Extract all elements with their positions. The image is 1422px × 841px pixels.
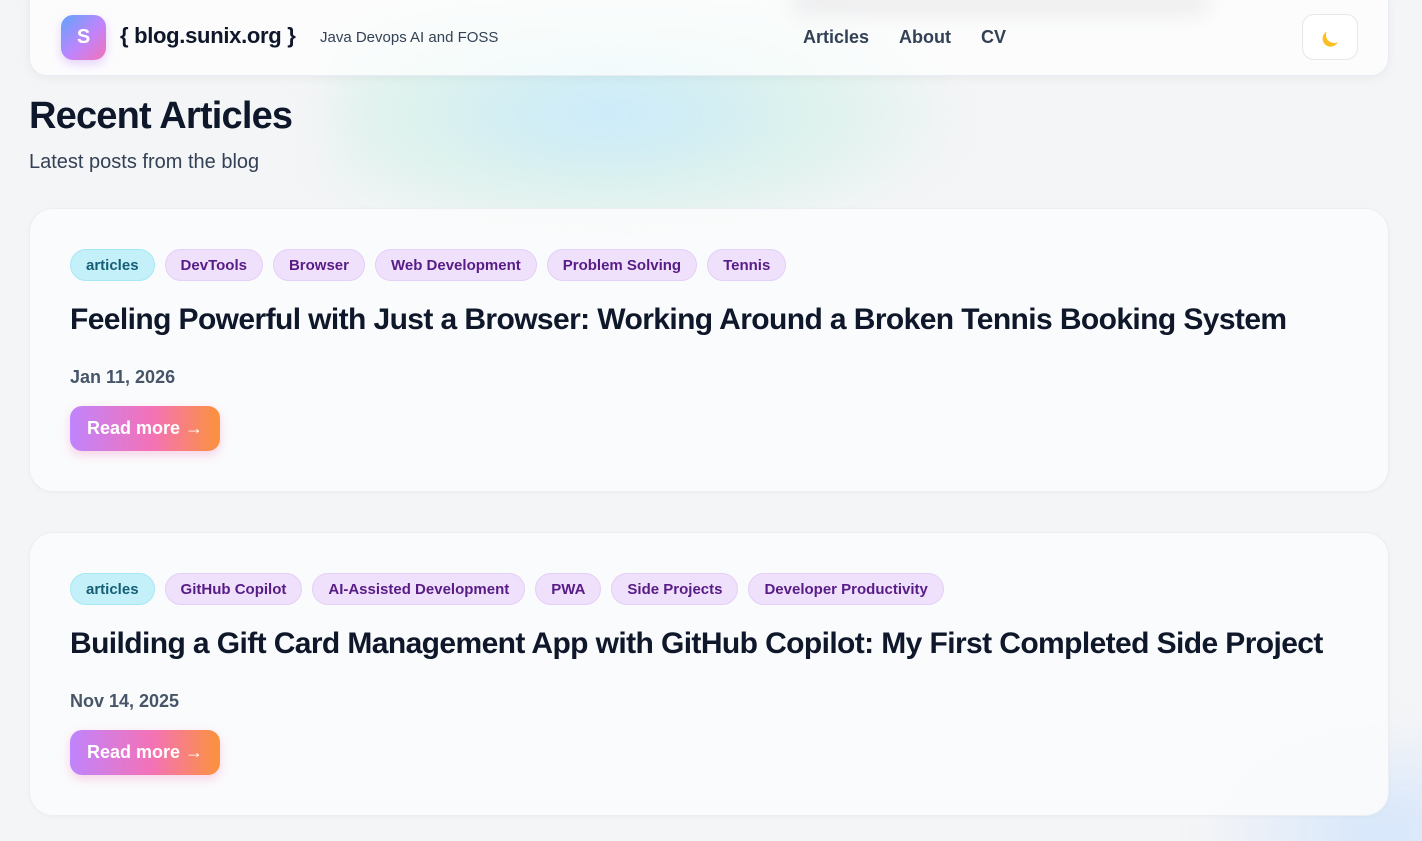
nav-link-articles[interactable]: Articles <box>803 27 869 48</box>
site-header: S { blog.sunix.org } Java Devops AI and … <box>29 0 1389 76</box>
nav-link-cv[interactable]: CV <box>981 27 1006 48</box>
read-more-button[interactable]: Read more → <box>70 730 220 775</box>
tag-articles[interactable]: articles <box>70 249 155 281</box>
tag-side-projects[interactable]: Side Projects <box>611 573 739 605</box>
article-date: Nov 14, 2025 <box>70 691 180 711</box>
tag-list: articles GitHub Copilot AI-Assisted Deve… <box>70 573 944 605</box>
tag-ai-assisted-development[interactable]: AI-Assisted Development <box>312 573 526 605</box>
tag-github-copilot[interactable]: GitHub Copilot <box>164 573 303 605</box>
moon-icon <box>1325 26 1344 45</box>
read-more-button[interactable]: Read more → <box>70 406 220 451</box>
article-date: Jan 11, 2026 <box>70 367 176 387</box>
tag-developer-productivity[interactable]: Developer Productivity <box>748 573 944 605</box>
main-nav: Articles About CV <box>803 27 1006 48</box>
tag-problem-solving[interactable]: Problem Solving <box>546 249 698 281</box>
article-title-link[interactable]: Building a Gift Card Management App with… <box>70 627 1323 661</box>
page-title: Recent Articles <box>29 95 293 137</box>
tag-articles[interactable]: articles <box>70 573 155 605</box>
page-subtitle: Latest posts from the blog <box>29 151 260 173</box>
tag-web-development[interactable]: Web Development <box>374 249 537 281</box>
tag-browser[interactable]: Browser <box>272 249 365 281</box>
site-tagline: Java Devops AI and FOSS <box>320 29 499 46</box>
tag-tennis[interactable]: Tennis <box>707 249 787 281</box>
tag-devtools[interactable]: DevTools <box>164 249 263 281</box>
tag-pwa[interactable]: PWA <box>535 573 602 605</box>
article-card: articles DevTools Browser Web Developmen… <box>29 208 1389 492</box>
tag-list: articles DevTools Browser Web Developmen… <box>70 249 787 281</box>
article-card: articles GitHub Copilot AI-Assisted Deve… <box>29 532 1389 816</box>
article-title-link[interactable]: Feeling Powerful with Just a Browser: Wo… <box>70 303 1287 337</box>
site-name-link[interactable]: { blog.sunix.org } <box>120 23 296 49</box>
nav-link-about[interactable]: About <box>899 27 951 48</box>
theme-toggle-button[interactable] <box>1302 14 1358 60</box>
logo-icon[interactable]: S <box>61 15 106 60</box>
